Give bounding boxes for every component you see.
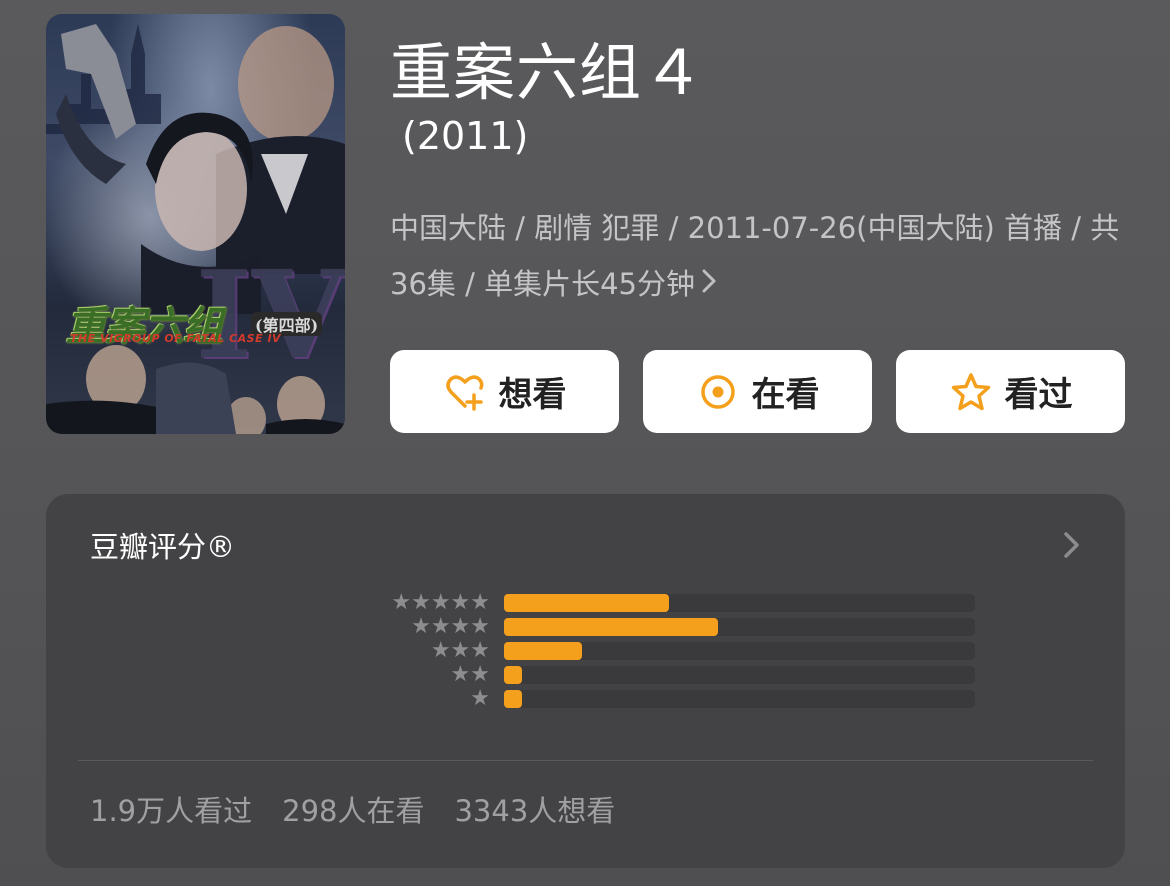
rating-bar-fill bbox=[504, 690, 522, 708]
heart-plus-icon bbox=[443, 370, 487, 414]
poster-title-english: THE VIGROUP OF FATAL CASE IV bbox=[70, 332, 282, 345]
want-to-watch-button[interactable]: 想看 bbox=[390, 350, 619, 433]
rating-bar-track bbox=[504, 666, 975, 684]
rating-bar-row: ★★★★ bbox=[46, 614, 1125, 639]
rating-bar-track bbox=[504, 642, 975, 660]
rating-bar-track bbox=[504, 594, 975, 612]
rating-bar-row: ★ bbox=[46, 686, 1125, 711]
stars-1-icon: ★ bbox=[470, 686, 490, 711]
stars-4-icon: ★★★★ bbox=[411, 614, 490, 639]
want-count: 3343人想看 bbox=[454, 794, 616, 828]
stars-5-icon: ★★★★★ bbox=[391, 590, 490, 615]
rating-bar-row: ★★★★★ bbox=[46, 590, 1125, 615]
watched-count: 1.9万人看过 bbox=[90, 794, 253, 828]
rating-card[interactable]: 豆瓣评分® ★★★★★ ★★★★ ★★★ ★★ ★ 1.9万人看过 298人在看 334… bbox=[46, 494, 1125, 868]
release-year: (2011) bbox=[402, 114, 529, 158]
rating-bar-track bbox=[504, 618, 975, 636]
watching-button[interactable]: 在看 bbox=[643, 350, 872, 433]
target-icon bbox=[696, 370, 740, 414]
rating-title: 豆瓣评分® bbox=[90, 530, 236, 564]
watching-label: 在看 bbox=[751, 375, 820, 415]
stars-3-icon: ★★★ bbox=[430, 638, 490, 663]
stats-row: 1.9万人看过 298人在看 3343人想看 bbox=[90, 788, 615, 830]
watched-label: 看过 bbox=[1004, 375, 1073, 415]
meta-info[interactable]: 中国大陆 / 剧情 犯罪 / 2011-07-26(中国大陆) 首播 / 共36… bbox=[390, 200, 1120, 312]
meta-text: 中国大陆 / 剧情 犯罪 / 2011-07-26(中国大陆) 首播 / 共36… bbox=[390, 211, 1120, 301]
rating-bar-fill bbox=[504, 618, 718, 636]
rating-bar-fill bbox=[504, 666, 522, 684]
poster-image[interactable]: IV 重案六组 (第四部) THE VIGROUP OF FATAL CASE … bbox=[46, 14, 345, 434]
star-icon bbox=[949, 370, 993, 414]
rating-bar-fill bbox=[504, 642, 582, 660]
stars-2-icon: ★★ bbox=[450, 662, 490, 687]
chevron-right-icon[interactable] bbox=[1059, 528, 1085, 562]
rating-bar-row: ★★ bbox=[46, 662, 1125, 687]
rating-bar-fill bbox=[504, 594, 669, 612]
divider bbox=[78, 760, 1093, 761]
watching-count: 298人在看 bbox=[282, 794, 425, 828]
rating-bar-row: ★★★ bbox=[46, 638, 1125, 663]
page-title: 重案六组４ bbox=[390, 36, 706, 109]
watched-button[interactable]: 看过 bbox=[896, 350, 1125, 433]
want-label: 想看 bbox=[498, 375, 567, 415]
chevron-right-icon bbox=[701, 256, 717, 312]
rating-bar-track bbox=[504, 690, 975, 708]
